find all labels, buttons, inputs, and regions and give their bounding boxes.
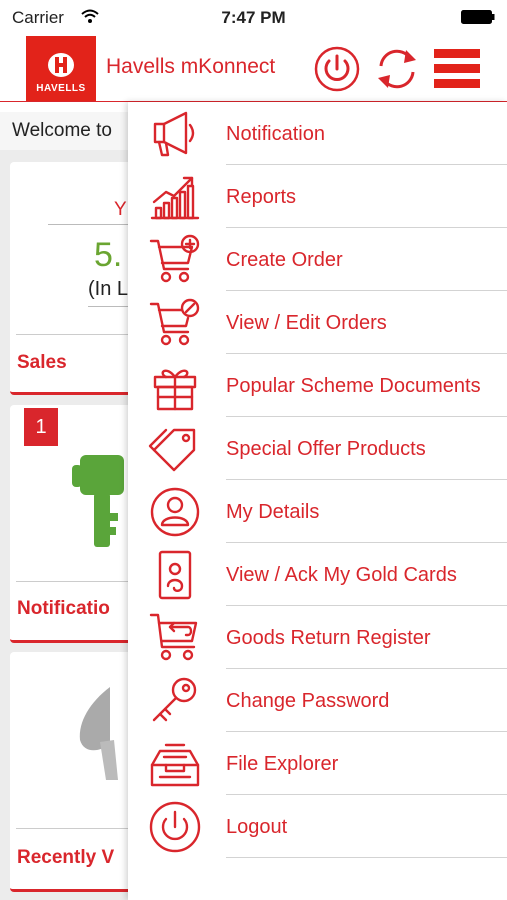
welcome-text: Welcome to (12, 120, 112, 141)
menu-item-label: Notification (226, 122, 325, 145)
clock: 7:47 PM (221, 8, 286, 27)
ytd-label: Y (114, 199, 127, 220)
power-icon (314, 46, 360, 92)
sales-unit: (In L (88, 278, 129, 300)
havells-h-icon (48, 53, 74, 77)
card-divider (16, 581, 128, 582)
cart-edit-icon (149, 298, 200, 346)
menu-item-create-order[interactable]: Create Order (128, 228, 507, 291)
navigation-drawer: Notification Reports Create Order View /… (128, 102, 507, 900)
menu-item-label: View / Ack My Gold Cards (226, 563, 457, 586)
cart-return-icon (149, 613, 198, 661)
menu-item-label: Reports (226, 185, 297, 208)
hamburger-menu-icon (434, 49, 480, 88)
menu-item-label: Logout (226, 815, 288, 838)
menu-item-goods-return-register[interactable]: Goods Return Register (128, 606, 507, 669)
menu-item-special-offer-products[interactable]: Special Offer Products (128, 417, 507, 480)
menu-item-view-edit-orders[interactable]: View / Edit Orders (128, 291, 507, 354)
battery-icon (461, 10, 495, 24)
sync-button[interactable] (372, 44, 422, 94)
gift-icon (153, 369, 197, 411)
menu-item-label: Popular Scheme Documents (226, 374, 481, 397)
menu-item-label: Change Password (226, 689, 390, 712)
logout-icon (149, 801, 201, 853)
megaphone-icon (153, 111, 195, 157)
file-tray-icon (150, 743, 200, 787)
menu-item-my-details[interactable]: My Details (128, 480, 507, 543)
recently-viewed-card-label: Recently V (17, 847, 115, 868)
app-header: HAVELLS Havells mKonnect (0, 36, 507, 102)
menu-divider (226, 857, 507, 858)
menu-item-label: My Details (226, 500, 320, 523)
hamburger-menu-button[interactable] (432, 44, 482, 94)
menu-item-gold-cards[interactable]: View / Ack My Gold Cards (128, 543, 507, 606)
menu-item-reports[interactable]: Reports (128, 165, 507, 228)
menu-item-label: View / Edit Orders (226, 311, 387, 334)
sales-card-label: Sales (17, 352, 67, 373)
cart-add-icon (149, 234, 200, 283)
menu-item-label: Goods Return Register (226, 626, 431, 649)
havells-logo: HAVELLS (26, 36, 96, 102)
chart-icon (150, 176, 200, 220)
logo-text: HAVELLS (36, 83, 86, 94)
menu-item-file-explorer[interactable]: File Explorer (128, 732, 507, 795)
card-divider (16, 334, 128, 335)
notification-card-label: Notificatio (17, 598, 110, 619)
sync-icon (378, 49, 416, 89)
tag-icon (148, 428, 196, 472)
menu-item-popular-scheme-documents[interactable]: Popular Scheme Documents (128, 354, 507, 417)
user-icon (150, 487, 200, 537)
menu-item-label: File Explorer (226, 752, 339, 775)
menu-item-change-password[interactable]: Change Password (128, 669, 507, 732)
sales-value: 5. (94, 236, 123, 274)
menu-item-notification[interactable]: Notification (128, 102, 507, 165)
divider (48, 224, 138, 225)
power-button[interactable] (312, 44, 362, 94)
menu-item-logout[interactable]: Logout (128, 795, 507, 858)
app-title: Havells mKonnect (106, 55, 276, 78)
notification-badge: 1 (24, 408, 58, 446)
status-bar: Carrier 7:47 PM (0, 0, 507, 36)
menu-item-label: Special Offer Products (226, 437, 426, 460)
menu-item-label: Create Order (226, 248, 343, 271)
key-icon (152, 677, 197, 722)
gold-card-icon (158, 550, 192, 600)
card-divider (16, 828, 128, 829)
